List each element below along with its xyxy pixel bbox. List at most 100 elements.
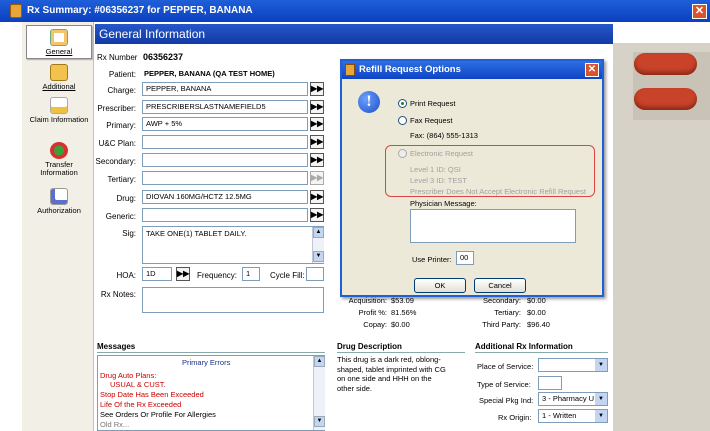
frequency-field[interactable]: 1 <box>242 267 260 281</box>
additional-rx-title: Additional Rx Information <box>475 342 573 351</box>
use-printer-label: Use Printer: <box>412 255 452 264</box>
drug-lookup-button[interactable]: ▶▶ <box>310 190 324 204</box>
rx-notes-label: Rx Notes: <box>100 290 136 299</box>
sidebar-item-label: Claim Information <box>29 115 89 124</box>
charge-lookup-button[interactable]: ▶▶ <box>310 82 324 96</box>
type-of-service-label: Type of Service: <box>477 380 531 389</box>
chevron-down-icon: ▼ <box>595 359 607 371</box>
secondary-plan-field[interactable] <box>142 153 308 167</box>
cancel-button[interactable]: Cancel <box>474 278 526 293</box>
authorization-pen-icon <box>50 188 68 205</box>
sig-textarea[interactable]: TAKE ONE(1) TABLET DAILY. <box>142 226 324 264</box>
pill-bottle-icon <box>50 64 68 81</box>
copay-value: $0.00 <box>391 320 410 329</box>
sidebar-item-additional[interactable]: Additional <box>26 64 92 92</box>
generic-lookup-button[interactable]: ▶▶ <box>310 208 324 222</box>
electronic-request-radio[interactable] <box>398 149 407 158</box>
primary-errors-header: Primary Errors <box>182 358 231 367</box>
rx-bottle-icon <box>10 4 22 18</box>
fast-forward-icon: ▶▶ <box>311 102 324 111</box>
level1-id: Level 1 ID: QSI <box>410 165 461 174</box>
drug-description-text: This drug is a dark red, oblong-shaped, … <box>337 355 446 393</box>
sidebar-item-general[interactable]: General <box>26 25 92 59</box>
divider <box>475 352 608 353</box>
drug-label: Drug: <box>116 194 136 203</box>
primary-lookup-button[interactable]: ▶▶ <box>310 117 324 131</box>
message-line: Stop Date Has Been Exceeded <box>100 390 204 399</box>
third-party-value: $96.40 <box>527 320 550 329</box>
physician-message-label: Physician Message: <box>410 199 477 208</box>
scroll-up-arrow-icon[interactable]: ▲ <box>313 227 324 238</box>
fast-forward-icon: ▶▶ <box>311 173 324 182</box>
uc-plan-field[interactable] <box>142 135 308 149</box>
scroll-down-arrow-icon[interactable]: ▼ <box>313 251 324 262</box>
prescriber-field[interactable]: PRESCRIBERSLASTNAMEFIELD5 <box>142 100 308 114</box>
window-title: Rx Summary: #06356237 for PEPPER, BANANA <box>27 5 253 16</box>
physician-message-textarea[interactable] <box>410 209 576 243</box>
prescriber-note: Prescriber Does Not Accept Electronic Re… <box>410 187 586 196</box>
scroll-up-arrow-icon[interactable]: ▲ <box>314 356 325 367</box>
acquisition-value: $53.09 <box>391 296 414 305</box>
sidebar-item-label: General <box>45 47 73 56</box>
place-of-service-select[interactable]: ▼ <box>538 358 608 372</box>
print-request-label: Print Request <box>410 99 456 108</box>
rx-number-label: Rx Number <box>97 53 138 62</box>
level3-id: Level 3 ID: TEST <box>410 176 467 185</box>
profit-value: 81.56% <box>391 308 417 317</box>
pill-image <box>634 53 697 75</box>
window-titlebar: Rx Summary: #06356237 for PEPPER, BANANA <box>0 0 710 22</box>
window-close-button[interactable]: ✕ <box>692 4 707 19</box>
secondary-lookup-button[interactable]: ▶▶ <box>310 153 324 167</box>
drug-field[interactable]: DIOVAN 160MG/HCTZ 12.5MG <box>142 190 308 204</box>
sig-scrollbar[interactable]: ▲ ▼ <box>312 227 324 263</box>
rx-number: 06356237 <box>143 52 184 62</box>
sig-label: Sig: <box>122 229 136 238</box>
info-icon: ! <box>358 91 380 113</box>
sidebar-item-transfer-information[interactable]: Transfer Information <box>26 142 92 178</box>
rx-origin-label: Rx Origin: <box>498 413 532 422</box>
fast-forward-icon: ▶▶ <box>311 119 324 128</box>
fast-forward-icon: ▶▶ <box>177 269 190 278</box>
prescriber-lookup-button[interactable]: ▶▶ <box>310 100 324 114</box>
frequency-label: Frequency: <box>197 271 238 280</box>
ok-button[interactable]: OK <box>414 278 466 293</box>
cycle-fill-label: Cycle Fill: <box>270 271 305 280</box>
primary-plan-field[interactable]: AWP + 5% <box>142 117 308 131</box>
use-printer-field[interactable]: 00 <box>456 251 474 265</box>
print-request-radio[interactable] <box>398 99 407 108</box>
fax-request-radio[interactable] <box>398 116 407 125</box>
pill-image <box>634 88 697 110</box>
tertiary-lookup-button[interactable]: ▶▶ <box>310 171 324 185</box>
sidebar-item-label: Transfer Information <box>40 160 78 177</box>
uc-plan-lookup-button[interactable]: ▶▶ <box>310 135 324 149</box>
primary-label: Primary: <box>106 121 136 130</box>
dialog-close-button[interactable]: ✕ <box>585 63 599 77</box>
tertiary-amount-value: $0.00 <box>527 308 546 317</box>
profit-label: Profit %: <box>358 308 387 317</box>
message-line: Old Rx... <box>100 420 130 429</box>
hoa-label: HOA: <box>116 271 136 280</box>
cycle-fill-field[interactable] <box>306 267 324 281</box>
type-of-service-field[interactable] <box>538 376 562 390</box>
messages-scrollbar[interactable]: ▲ ▼ <box>313 356 325 430</box>
generic-label: Generic: <box>105 212 136 221</box>
place-of-service-label: Place of Service: <box>477 362 534 371</box>
tertiary-amount-label: Tertiary: <box>494 308 521 317</box>
fax-request-label: Fax Request <box>410 116 453 125</box>
hoa-field[interactable]: 1D <box>142 267 172 281</box>
sidebar-item-claim-information[interactable]: Claim Information <box>26 97 92 133</box>
sidebar-item-authorization[interactable]: Authorization <box>26 188 92 216</box>
rx-origin-select[interactable]: 1 - Written ▼ <box>538 409 608 423</box>
claim-document-icon <box>50 97 68 114</box>
tertiary-plan-field[interactable] <box>142 171 308 185</box>
divider <box>97 352 325 353</box>
charge-field[interactable]: PEPPER, BANANA <box>142 82 308 96</box>
generic-field[interactable] <box>142 208 308 222</box>
scroll-down-arrow-icon[interactable]: ▼ <box>314 416 325 427</box>
secondary-label: Secondary: <box>95 157 136 166</box>
hoa-lookup-button[interactable]: ▶▶ <box>176 267 190 281</box>
rx-notes-textarea[interactable] <box>142 287 324 313</box>
secondary-amount-label: Secondary: <box>483 296 521 305</box>
prescription-icon <box>50 29 68 46</box>
special-pkg-select[interactable]: 3 - Pharmacy U ▼ <box>538 392 608 406</box>
